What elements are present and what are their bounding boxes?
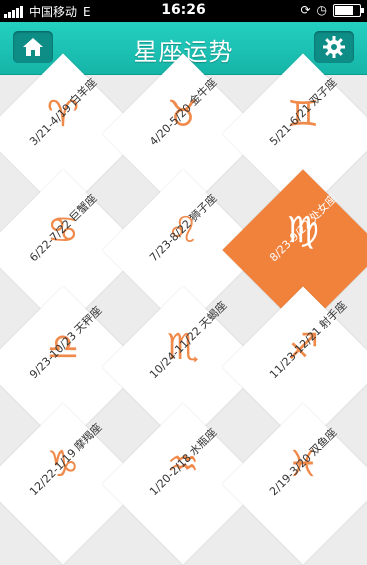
- gear-icon: [323, 36, 345, 58]
- alarm-icon: ◷: [316, 3, 327, 17]
- battery-icon: [333, 3, 364, 17]
- zodiac-grid: ♈ 3/21-4/19白羊座 ♉ 4/20-5/20金牛座 ♊ 5/21-6/21双子座 ♋…: [0, 53, 367, 565]
- status-right: ⟳ ◷: [300, 3, 364, 17]
- settings-button[interactable]: [314, 31, 354, 63]
- zodiac-tile[interactable]: ♓ 2/19-3/20双鱼座: [222, 403, 367, 565]
- status-bar: 中国移动 E 16:26 ⟳ ◷: [0, 0, 367, 22]
- rotation-lock-icon: ⟳: [300, 3, 311, 17]
